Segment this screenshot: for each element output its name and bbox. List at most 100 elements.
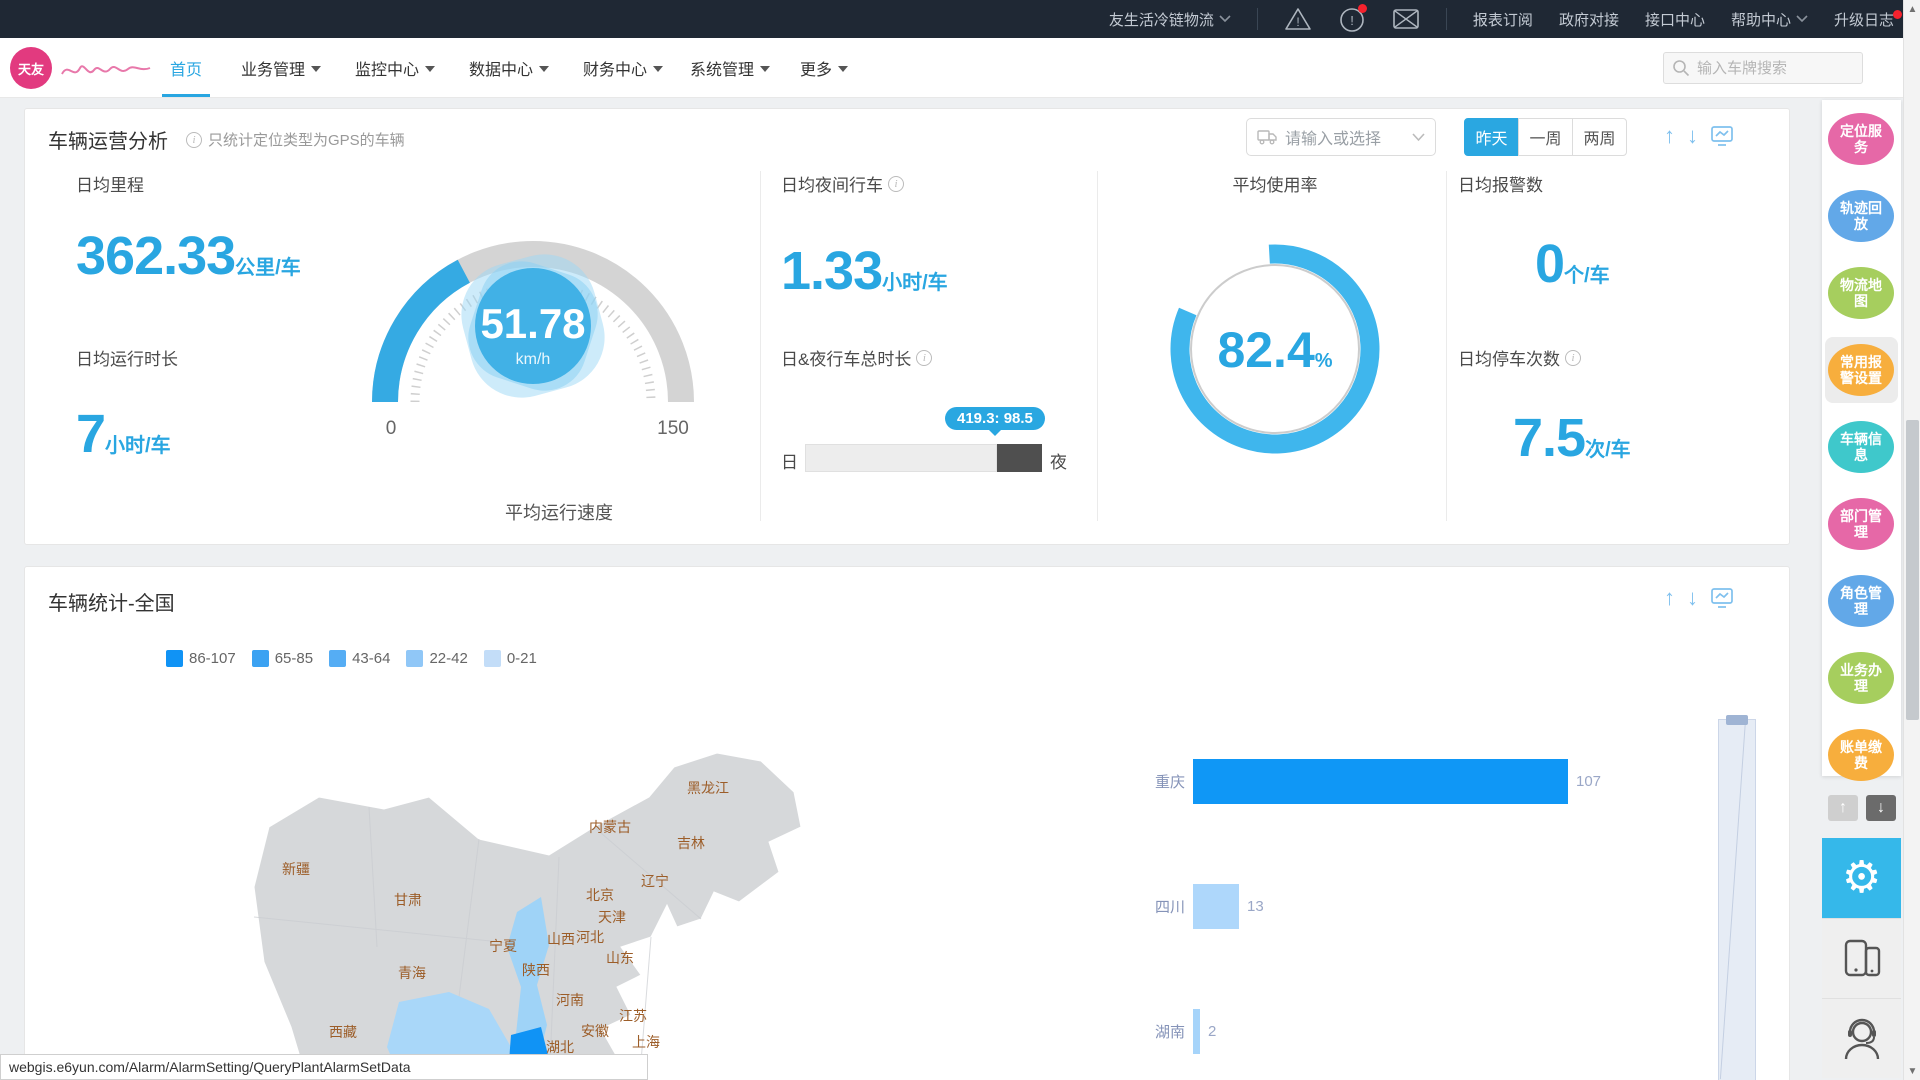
nav-item-monitor[interactable]: 监控中心 [355, 38, 435, 97]
stops-label: 日均停车次数i [1458, 345, 1581, 370]
chevron-down-icon [1796, 15, 1808, 23]
sidebar-item-alarm-settings[interactable]: 常用报警设置 [1828, 344, 1894, 396]
divider [760, 171, 761, 521]
scrollbar-up-arrow[interactable]: ▲ [1904, 0, 1920, 18]
gauge-caption: 平均运行速度 [449, 499, 669, 525]
map-label: 天津 [598, 907, 626, 927]
map-label: 吉林 [677, 833, 705, 853]
info-icon: i [1565, 350, 1581, 366]
datazoom-handle[interactable] [1726, 715, 1748, 725]
day-segment[interactable] [805, 444, 997, 472]
info-icon: i [186, 132, 202, 148]
svg-text:!: ! [1296, 15, 1299, 29]
legend-swatch [484, 650, 501, 667]
topbar-link-government[interactable]: 政府对接 [1559, 9, 1619, 30]
topbar-link-reports[interactable]: 报表订阅 [1473, 9, 1533, 30]
alarms-label: 日均报警数 [1458, 171, 1543, 196]
map-legend: 86-107 65-85 43-64 22-42 0-21 [166, 650, 553, 667]
brand-logo[interactable]: 天友 [10, 47, 52, 89]
panel1-move-down-icon[interactable]: ↓ [1687, 123, 1698, 149]
panel2-move-down-icon[interactable]: ↓ [1687, 585, 1698, 611]
bar-row-hunan: 湖南 2 [1121, 1009, 1741, 1054]
legend-swatch [166, 650, 183, 667]
map-label: 黑龙江 [687, 778, 729, 798]
caret-down-icon [539, 66, 549, 72]
sidebar-item-location-service[interactable]: 定位服务 [1828, 113, 1894, 165]
sidebar-item-role-mgmt[interactable]: 角色管理 [1828, 575, 1894, 627]
sidebar-item-department-mgmt[interactable]: 部门管理 [1828, 498, 1894, 550]
sidebar-scroll-up-button[interactable]: ↑ [1828, 795, 1858, 821]
caret-down-icon [311, 66, 321, 72]
chevron-down-icon [1219, 15, 1231, 23]
nav-item-finance[interactable]: 财务中心 [583, 38, 663, 97]
runtime-label: 日均运行时长 [76, 345, 178, 370]
vehicle-operation-panel: 车辆运营分析 i只统计定位类型为GPS的车辆 请输入或选择 昨天 一周 两周 ↑… [24, 108, 1790, 545]
range-button-yesterday[interactable]: 昨天 [1464, 118, 1519, 156]
nav-item-system[interactable]: 系统管理 [690, 38, 770, 97]
range-button-one-week[interactable]: 一周 [1518, 118, 1573, 156]
mileage-label: 日均里程 [76, 171, 144, 196]
speed-gauge: 51.78 km/h 0 150 [349, 186, 719, 446]
scrollbar-down-arrow[interactable]: ▼ [1904, 1062, 1920, 1080]
headset-person-icon [1840, 1017, 1884, 1061]
sidebar-item-track-replay[interactable]: 轨迹回放 [1828, 190, 1894, 242]
sidebar-scroll-down-button[interactable]: ↓ [1866, 795, 1896, 821]
sidebar-item-vehicle-info[interactable]: 车辆信息 [1828, 421, 1894, 473]
vehicle-statistics-panel: 车辆统计-全国 ↑ ↓ 86-107 65-85 43-64 22-42 0-2… [24, 566, 1790, 1080]
panel2-move-up-icon[interactable]: ↑ [1664, 585, 1675, 611]
settings-button[interactable]: ⚙ [1822, 838, 1901, 918]
nav-item-data-center[interactable]: 数据中心 [469, 38, 549, 97]
sidebar-item-business-handling[interactable]: 业务办理 [1828, 652, 1894, 704]
alert-clock-icon[interactable]: ! [1338, 5, 1366, 33]
divider [1257, 8, 1258, 30]
bar-hunan[interactable] [1193, 1009, 1200, 1054]
panel1-chart-toggle-icon[interactable] [1710, 125, 1734, 147]
day-night-tooltip: 419.3: 98.5 [945, 407, 1045, 430]
warning-icon[interactable]: ! [1284, 6, 1312, 32]
brand-signature-icon [58, 56, 153, 84]
vehicle-select-dropdown[interactable]: 请输入或选择 [1246, 118, 1436, 156]
page-scrollbar[interactable]: ▲ ▼ [1903, 0, 1920, 1080]
usage-value: 82.4% [1160, 321, 1390, 379]
plate-search-input[interactable] [1697, 60, 1847, 77]
sidebar-item-logistics-map[interactable]: 物流地图 [1828, 267, 1894, 319]
topbar-link-help-center[interactable]: 帮助中心 [1731, 9, 1808, 30]
caret-down-icon [653, 66, 663, 72]
map-label: 上海 [632, 1032, 660, 1052]
customer-service-button[interactable] [1822, 998, 1901, 1078]
bar-chongqing[interactable] [1193, 759, 1568, 804]
alarms-value: 0个/车 [1535, 237, 1610, 291]
company-switcher[interactable]: 友生活冷链物流 [1109, 9, 1231, 30]
caret-down-icon [760, 66, 770, 72]
main-navbar: 天友 首页 业务管理 监控中心 数据中心 财务中心 系统管理 更多 [0, 38, 1903, 98]
notification-dot [1358, 4, 1367, 13]
day-night-bar: 日 419.3: 98.5 夜 [781, 444, 1101, 474]
bar-row-chongqing: 重庆 107 [1121, 759, 1741, 804]
panel1-move-up-icon[interactable]: ↑ [1664, 123, 1675, 149]
scrollbar-thumb[interactable] [1906, 420, 1919, 720]
night-segment[interactable] [997, 444, 1042, 472]
map-label: 安徽 [581, 1021, 609, 1041]
divider [1097, 171, 1098, 521]
nav-item-home[interactable]: 首页 [170, 38, 202, 97]
night-drive-label: 日均夜间行车i [781, 171, 904, 196]
chart-datazoom-slider[interactable] [1718, 719, 1756, 1080]
bar-sichuan[interactable] [1193, 884, 1239, 929]
sidebar-item-bill-payment[interactable]: 账单缴费 [1828, 729, 1894, 781]
datazoom-area [1720, 720, 1746, 1079]
phones-icon [1842, 938, 1882, 980]
mobile-app-button[interactable] [1822, 918, 1901, 998]
nav-item-more[interactable]: 更多 [800, 38, 848, 97]
map-label: 山西 [547, 929, 575, 949]
topbar-link-changelog[interactable]: 升级日志 [1834, 9, 1894, 30]
divider [1446, 171, 1447, 521]
caret-down-icon [838, 66, 848, 72]
range-button-two-weeks[interactable]: 两周 [1572, 118, 1627, 156]
day-night-label: 日&夜行车总时长i [781, 345, 932, 370]
bar-row-sichuan: 四川 13 [1121, 884, 1741, 929]
nav-item-business[interactable]: 业务管理 [241, 38, 321, 97]
topbar-link-api-center[interactable]: 接口中心 [1645, 9, 1705, 30]
panel1-note: 只统计定位类型为GPS的车辆 [208, 129, 405, 150]
mail-icon[interactable] [1392, 7, 1420, 31]
panel2-chart-toggle-icon[interactable] [1710, 587, 1734, 609]
